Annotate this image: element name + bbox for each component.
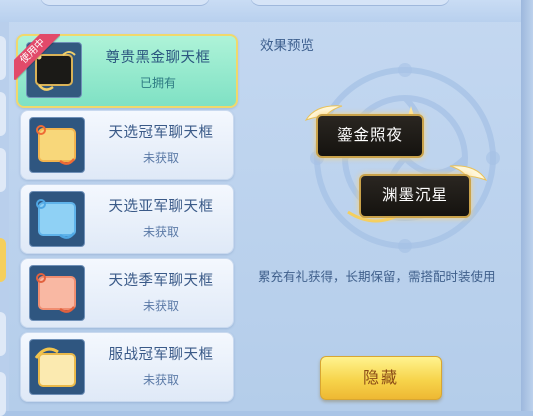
preview-panel: 效果预览 鎏金照夜 渊墨沉星 累充有礼获得，长期保留，需搭配时装使用 隐藏 — [246, 22, 518, 411]
frame-status: 未获取 — [142, 151, 179, 165]
preview-title: 效果预览 — [260, 38, 314, 54]
frame-thumbnail — [29, 117, 85, 173]
preview-bubble-2: 渊墨沉星 — [359, 174, 471, 218]
category-tab[interactable] — [0, 372, 6, 416]
list-item-black-gold[interactable]: 使用中 尊贵黑金聊天框 已拥有 — [14, 34, 238, 108]
background-emblem-icon — [310, 63, 500, 253]
frame-status: 未获取 — [142, 299, 179, 313]
top-tab-decoration — [40, 0, 210, 6]
category-tab[interactable] — [0, 312, 6, 356]
category-tab[interactable] — [0, 148, 6, 192]
frame-thumbnail — [29, 339, 85, 395]
frame-name: 天选冠军聊天框 — [108, 125, 214, 141]
frame-name: 天选季军聊天框 — [108, 273, 214, 289]
list-item-runner-up[interactable]: 天选亚军聊天框 未获取 — [20, 184, 234, 254]
preview-bubble-1: 鎏金照夜 — [316, 114, 424, 158]
top-tab-decoration — [250, 0, 450, 6]
frame-name: 服战冠军聊天框 — [108, 347, 214, 363]
frame-status: 已拥有 — [139, 76, 176, 90]
frame-name: 天选亚军聊天框 — [108, 199, 214, 215]
list-item-third-place[interactable]: 天选季军聊天框 未获取 — [20, 258, 234, 328]
scrollbar-edge[interactable] — [521, 0, 533, 411]
frame-status: 未获取 — [142, 225, 179, 239]
category-tab-strip — [0, 22, 9, 416]
category-tab[interactable] — [0, 92, 6, 136]
list-item-server-war-champion[interactable]: 服战冠军聊天框 未获取 — [20, 332, 234, 402]
category-tab-active[interactable] — [0, 238, 6, 282]
category-tab[interactable] — [0, 36, 6, 80]
frame-status: 未获取 — [142, 373, 179, 387]
frame-name: 尊贵黑金聊天框 — [105, 50, 211, 66]
chat-frame-list[interactable]: 使用中 尊贵黑金聊天框 已拥有 天选冠军聊天框 未获取 天选亚军聊天框 未获取 — [12, 30, 240, 411]
frame-thumbnail — [29, 265, 85, 321]
frame-description: 累充有礼获得，长期保留，需搭配时装使用 — [258, 269, 496, 284]
top-band — [0, 0, 533, 22]
hide-button[interactable]: 隐藏 — [320, 356, 442, 400]
frame-thumbnail — [29, 191, 85, 247]
list-item-champion[interactable]: 天选冠军聊天框 未获取 — [20, 110, 234, 180]
in-use-badge: 使用中 — [14, 34, 60, 80]
